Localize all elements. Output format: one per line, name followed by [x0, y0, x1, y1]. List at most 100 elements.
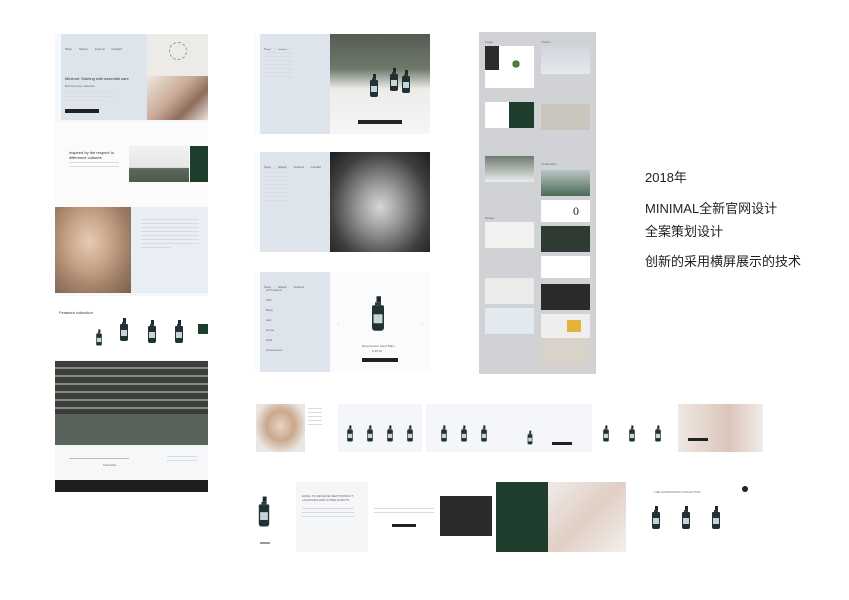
- year-label: 2018年: [645, 170, 687, 185]
- product-bottle-large[interactable]: [372, 296, 384, 331]
- menu-item[interactable]: Gifts: [266, 338, 272, 342]
- mobile-screens-grid: Origin Stories Certification 0 Design: [479, 32, 596, 374]
- product-name: Resurrection Hand Balm: [362, 344, 395, 348]
- screen-plant: [485, 46, 534, 88]
- product-bottle[interactable]: [347, 425, 353, 442]
- product-price: $ 35.00: [372, 349, 383, 353]
- strip-text-col: [308, 408, 322, 428]
- newsletter-card: EMAIL TO RECEIVE NEW PRODUCT LAUNCHES AN…: [296, 482, 368, 552]
- product-bottle[interactable]: [370, 74, 378, 97]
- strip-pagination[interactable]: [260, 542, 270, 544]
- product-page-bath: Shop Stores: [254, 34, 430, 134]
- menu-item[interactable]: Home: [266, 328, 274, 332]
- hero-section: Shop Stores Journal Contact Minimal: Starti…: [61, 34, 208, 120]
- hero-heading: Minimal: Starting with essential care: [65, 76, 129, 81]
- product-bottle[interactable]: [402, 70, 410, 93]
- discover-button[interactable]: [688, 438, 708, 441]
- nav-item[interactable]: Contact: [311, 165, 321, 169]
- product-page-portrait: Shop Stores Journal Contact: [254, 152, 430, 252]
- hero-stamp-panel: [147, 34, 208, 76]
- product-bottle[interactable]: [387, 425, 393, 442]
- design-label: Design: [485, 216, 495, 220]
- nav-item[interactable]: Journal: [294, 165, 304, 169]
- close-icon[interactable]: [742, 486, 748, 492]
- woman-portrait-photo: [55, 207, 131, 293]
- product-bottle[interactable]: [655, 425, 661, 442]
- stories-label: Stories: [541, 40, 551, 44]
- menu-panel: Shop Stores Journal All Products Skin Body…: [260, 272, 330, 372]
- product-bottle[interactable]: [175, 320, 183, 343]
- nav-item[interactable]: Stores: [79, 47, 88, 51]
- foundation-card: THE FOUNDATION COLLECTION: [634, 482, 752, 552]
- product-bottle[interactable]: [481, 425, 487, 442]
- email-input[interactable]: [69, 458, 129, 459]
- product-bottle[interactable]: [407, 425, 413, 442]
- menu-item[interactable]: Accessories: [266, 348, 282, 352]
- plant-icon: [509, 54, 523, 74]
- screen-interior: [541, 104, 590, 130]
- product-bottle[interactable]: [527, 430, 533, 445]
- screen-swatches: [541, 314, 590, 338]
- nav-item[interactable]: Shop: [65, 47, 72, 51]
- website-mockup-home: Shop Stores Journal Contact Minimal: Starti…: [55, 34, 208, 492]
- product-bottle[interactable]: [390, 68, 398, 91]
- strip-products-4: [598, 404, 678, 452]
- subscribe-section: Subscribe: [55, 448, 208, 480]
- nav-item[interactable]: Journal: [95, 47, 105, 51]
- hero-button[interactable]: [65, 109, 99, 113]
- featured-title: Featured collection: [59, 310, 93, 315]
- product-bottle[interactable]: [712, 506, 720, 529]
- product-bottle[interactable]: [367, 425, 373, 442]
- product-bottle[interactable]: [629, 425, 635, 442]
- story-text-lines: [141, 219, 199, 251]
- product-bottle[interactable]: [120, 318, 128, 341]
- zero-number: 0: [573, 204, 579, 218]
- product-bottle[interactable]: [652, 506, 660, 529]
- product-bottle[interactable]: [148, 320, 156, 343]
- prev-arrow-icon[interactable]: ‹: [338, 322, 339, 326]
- menu-panel: Shop Stores: [260, 34, 330, 134]
- shop-button[interactable]: [358, 120, 402, 124]
- quote-text: Inspired by the respect to difference cu…: [69, 150, 114, 160]
- editorial-lines: [374, 508, 434, 516]
- product-bottle[interactable]: [682, 506, 690, 529]
- menu-item[interactable]: Hair: [266, 318, 272, 322]
- next-arrow-button[interactable]: [198, 324, 208, 334]
- product-bottle[interactable]: [461, 425, 467, 442]
- product-bottle[interactable]: [441, 425, 447, 442]
- menu-panel: Shop Stores Journal Contact: [260, 152, 330, 252]
- screen-stone: [485, 278, 534, 304]
- menu-lines: [266, 168, 288, 204]
- nav-item[interactable]: Contact: [112, 47, 122, 51]
- strip-products-2: [426, 404, 510, 452]
- subscribe-button[interactable]: Subscribe: [103, 463, 116, 467]
- quote-green-block: [190, 146, 208, 182]
- screen-green-card: [485, 102, 534, 128]
- headline-line-3: 创新的采用横屏展示的技术: [645, 254, 802, 269]
- buy-button[interactable]: [552, 442, 572, 445]
- store-counter: [55, 414, 208, 445]
- nav-item[interactable]: Journal: [294, 285, 304, 289]
- quote-lines: [69, 162, 119, 170]
- product-bottle-large[interactable]: [258, 496, 270, 527]
- certification-label: Certification: [541, 162, 557, 166]
- next-arrow-icon[interactable]: ›: [422, 322, 423, 326]
- screen-product: [541, 256, 590, 278]
- menu-item[interactable]: Skin: [266, 298, 272, 302]
- origin-label: Origin: [485, 40, 494, 44]
- strip-soft-portrait: [678, 404, 763, 452]
- top-nav: Shop Stores Journal Contact: [65, 37, 129, 55]
- screen-leaf: [485, 222, 534, 248]
- screen-forest: [541, 170, 590, 196]
- read-more-button[interactable]: [392, 524, 416, 527]
- menu-item[interactable]: All Products: [266, 288, 282, 292]
- editorial-card: [374, 502, 436, 538]
- menu-item[interactable]: Body: [266, 308, 273, 312]
- hero-text-lines: [65, 92, 115, 104]
- screen-room: [541, 338, 590, 366]
- footer-lines: [167, 456, 197, 464]
- product-bottle[interactable]: [603, 425, 609, 442]
- product-bottle[interactable]: [96, 329, 102, 346]
- add-to-cart-button[interactable]: [362, 358, 398, 362]
- headline-line-2: 全案策划设计: [645, 224, 724, 239]
